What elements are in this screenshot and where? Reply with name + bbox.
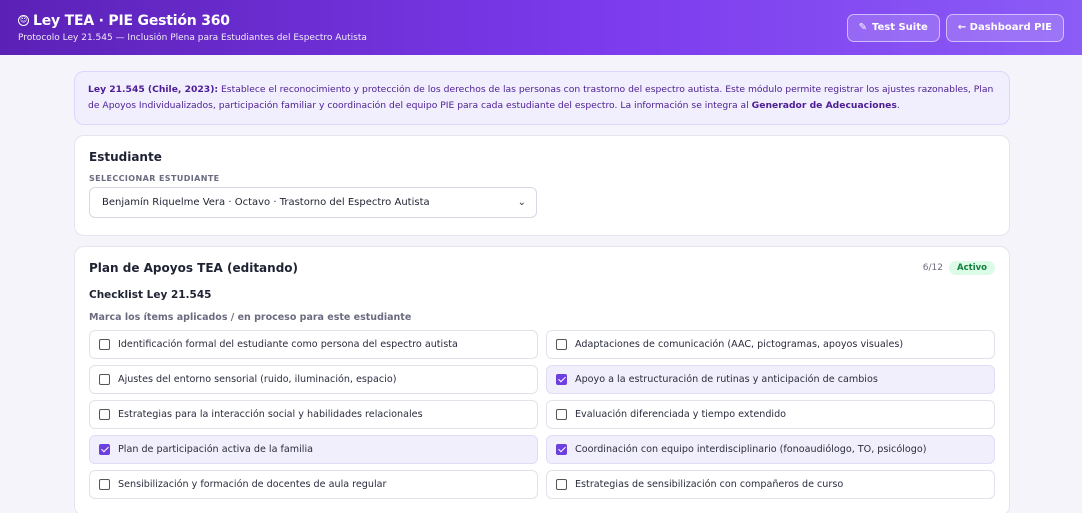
checklist-item-label: Evaluación diferenciada y tiempo extendi… xyxy=(575,409,787,420)
plan-progress: 6/12 xyxy=(922,263,944,273)
checklist-item[interactable]: Evaluación diferenciada y tiempo extendi… xyxy=(546,400,995,429)
brand-logo-icon: ☺ xyxy=(18,15,29,26)
top-bar: ☺ Ley TEA · PIE Gestión 360 Protocolo Le… xyxy=(0,0,1082,55)
checklist-item[interactable]: Sensibilización y formación de docentes … xyxy=(89,470,538,499)
law-notice-end: . xyxy=(896,100,900,111)
checklist-item[interactable]: Ajustes del entorno sensorial (ruido, il… xyxy=(89,365,538,394)
student-select-label: SELECCIONAR ESTUDIANTE xyxy=(89,174,220,183)
student-card: Estudiante SELECCIONAR ESTUDIANTE Benjam… xyxy=(74,135,1010,236)
generador-adecuaciones-link[interactable]: Generador de Adecuaciones xyxy=(752,100,897,111)
checklist-item-label: Plan de participación activa de la famil… xyxy=(118,444,313,455)
checklist-item-label: Ajustes del entorno sensorial (ruido, il… xyxy=(118,374,397,385)
checklist-item-label: Estrategias de sensibilización con compa… xyxy=(575,479,844,490)
plan-card: Plan de Apoyos TEA (editando) 6/12 Activ… xyxy=(74,246,1010,513)
checklist-item[interactable]: Estrategias para la interacción social y… xyxy=(89,400,538,429)
checkbox-checked[interactable] xyxy=(556,374,567,385)
checklist-item[interactable]: Coordinación con equipo interdisciplinar… xyxy=(546,435,995,464)
plan-header: Plan de Apoyos TEA (editando) 6/12 Activ… xyxy=(89,261,995,275)
checkbox-checked[interactable] xyxy=(556,444,567,455)
checklist-item-label: Estrategias para la interacción social y… xyxy=(118,409,423,420)
checklist-item[interactable]: Apoyo a la estructuración de rutinas y a… xyxy=(546,365,995,394)
checklist-grid: Identificación formal del estudiante com… xyxy=(89,330,995,499)
student-card-title: Estudiante xyxy=(89,150,162,164)
checkbox-unchecked[interactable] xyxy=(556,479,567,490)
chevron-down-icon: ⌄ xyxy=(517,197,526,208)
checkbox-checked[interactable] xyxy=(99,444,110,455)
student-select-value: Benjamín Riquelme Vera · Octavo · Trasto… xyxy=(102,197,430,208)
top-actions: ✎ Test Suite ← Dashboard PIE xyxy=(846,13,1064,42)
brand: ☺ Ley TEA · PIE Gestión 360 Protocolo Le… xyxy=(18,13,367,43)
checklist-item[interactable]: Adaptaciones de comunicación (AAC, picto… xyxy=(546,330,995,359)
student-select[interactable]: Benjamín Riquelme Vera · Octavo · Trasto… xyxy=(89,187,537,218)
app-title: ☺ Ley TEA · PIE Gestión 360 xyxy=(18,13,367,29)
checkbox-unchecked[interactable] xyxy=(99,339,110,350)
checkbox-unchecked[interactable] xyxy=(99,479,110,490)
app-subtitle: Protocolo Ley 21.545 — Inclusión Plena p… xyxy=(18,32,367,43)
checkbox-unchecked[interactable] xyxy=(556,409,567,420)
status-badge: Activo xyxy=(949,261,995,275)
app-title-text: Ley TEA · PIE Gestión 360 xyxy=(33,12,230,29)
checklist-item-label: Coordinación con equipo interdisciplinar… xyxy=(575,444,927,455)
main-content: Ley 21.545 (Chile, 2023): Establece el r… xyxy=(74,71,1010,513)
law-notice: Ley 21.545 (Chile, 2023): Establece el r… xyxy=(74,71,1010,125)
checklist-hint: Marca los ítems aplicados / en proceso p… xyxy=(89,312,412,323)
checklist-item-label: Identificación formal del estudiante com… xyxy=(118,339,458,350)
checklist-item[interactable]: Plan de participación activa de la famil… xyxy=(89,435,538,464)
checklist-item[interactable]: Estrategias de sensibilización con compa… xyxy=(546,470,995,499)
plan-meta: 6/12 Activo xyxy=(923,261,995,275)
checklist-title: Checklist Ley 21.545 xyxy=(89,289,212,301)
checkbox-unchecked[interactable] xyxy=(99,374,110,385)
checklist-item[interactable]: Identificación formal del estudiante com… xyxy=(89,330,538,359)
dashboard-pie-button[interactable]: ← Dashboard PIE xyxy=(945,13,1064,42)
plan-title: Plan de Apoyos TEA (editando) xyxy=(89,261,299,275)
law-reference: Ley 21.545 (Chile, 2023): xyxy=(88,84,219,95)
pencil-icon: ✎ xyxy=(858,22,867,33)
checklist-item-label: Adaptaciones de comunicación (AAC, picto… xyxy=(575,339,904,350)
checklist-item-label: Apoyo a la estructuración de rutinas y a… xyxy=(575,374,878,385)
checkbox-unchecked[interactable] xyxy=(99,409,110,420)
checklist-item-label: Sensibilización y formación de docentes … xyxy=(118,479,387,490)
test-suite-button[interactable]: ✎ Test Suite xyxy=(846,13,940,42)
checkbox-unchecked[interactable] xyxy=(556,339,567,350)
test-suite-label: Test Suite xyxy=(871,22,928,33)
dashboard-pie-label: ← Dashboard PIE xyxy=(957,22,1052,33)
